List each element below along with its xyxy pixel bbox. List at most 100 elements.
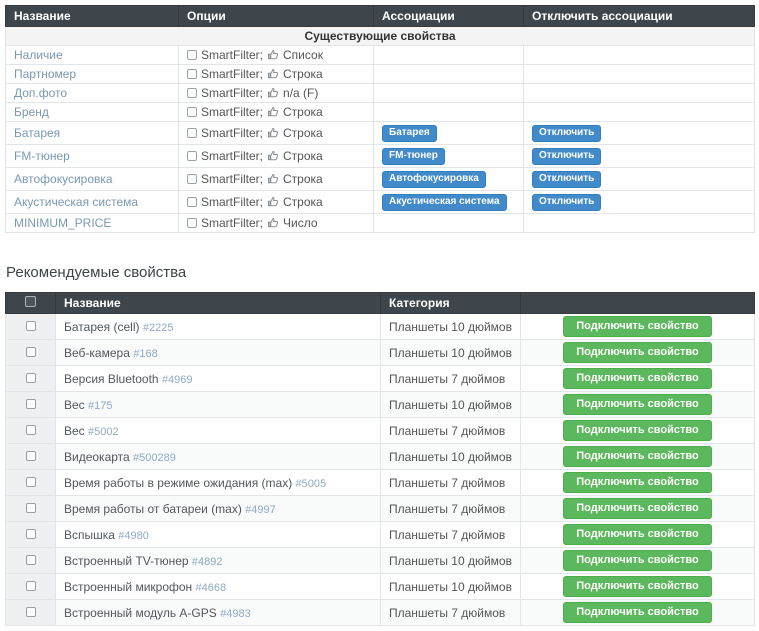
association-cell	[374, 46, 524, 65]
existing-property-row: FM-тюнер SmartFilter; Строка FM-тюнер От…	[6, 145, 755, 168]
property-name-cell: Акустическая система	[6, 191, 179, 214]
connect-property-button[interactable]: Подключить свойство	[563, 342, 711, 363]
select-all-header-cell	[6, 293, 56, 314]
row-checkbox[interactable]	[26, 555, 36, 565]
recommended-property-row: Вес #175 Планшеты 10 дюймов Подключить с…	[6, 392, 755, 418]
row-checkbox-cell	[6, 496, 56, 522]
smartfilter-checkbox[interactable]	[187, 151, 197, 161]
thumbs-up-icon	[267, 106, 279, 118]
disable-cell	[524, 46, 755, 65]
row-checkbox[interactable]	[26, 581, 36, 591]
rec-property-id-link[interactable]: #4969	[162, 374, 193, 386]
rec-category-cell: Планшеты 7 дюймов	[381, 418, 521, 444]
rec-property-id-link[interactable]: #4997	[245, 504, 276, 516]
smartfilter-checkbox[interactable]	[187, 50, 197, 60]
existing-property-row: Наличие SmartFilter; Список	[6, 46, 755, 65]
options-cell: SmartFilter; Строка	[179, 122, 374, 145]
rec-property-id-link[interactable]: #4892	[192, 556, 223, 568]
rec-name-cell: Вспышка #4980	[56, 522, 381, 548]
row-checkbox[interactable]	[26, 373, 36, 383]
rec-category: Планшеты 7 дюймов	[389, 528, 505, 542]
row-checkbox[interactable]	[26, 477, 36, 487]
rec-category: Планшеты 10 дюймов	[389, 398, 512, 412]
association-badge[interactable]: Батарея	[382, 125, 437, 142]
association-badge[interactable]: Акустическая система	[382, 194, 507, 211]
rec-property-id-link[interactable]: #500289	[133, 452, 176, 464]
connect-property-button[interactable]: Подключить свойство	[563, 602, 711, 623]
property-name-link[interactable]: Батарея	[14, 126, 60, 140]
options-cell: SmartFilter; Строка	[179, 191, 374, 214]
connect-property-button[interactable]: Подключить свойство	[563, 550, 711, 571]
thumbs-up-icon	[267, 87, 279, 99]
rec-name-cell: Веб-камера #168	[56, 340, 381, 366]
property-name-link[interactable]: MINIMUM_PRICE	[14, 216, 111, 230]
recommended-property-row: Время работы в режиме ожидания (max) #50…	[6, 470, 755, 496]
smartfilter-checkbox[interactable]	[187, 197, 197, 207]
connect-property-button[interactable]: Подключить свойство	[563, 576, 711, 597]
property-name-link[interactable]: FM-тюнер	[14, 149, 70, 163]
disable-association-button[interactable]: Отключить	[532, 125, 601, 142]
row-checkbox-cell	[6, 392, 56, 418]
connect-property-button[interactable]: Подключить свойство	[563, 368, 711, 389]
disable-association-button[interactable]: Отключить	[532, 171, 601, 188]
smartfilter-checkbox[interactable]	[187, 218, 197, 228]
row-checkbox-cell	[6, 574, 56, 600]
rec-property-id-link[interactable]: #4983	[220, 608, 251, 620]
property-name-cell: Доп.фото	[6, 84, 179, 103]
rec-property-id-link[interactable]: #4668	[196, 582, 227, 594]
rec-property-id-link[interactable]: #175	[88, 400, 112, 412]
rec-property-id-link[interactable]: #5002	[88, 426, 119, 438]
smartfilter-checkbox[interactable]	[187, 88, 197, 98]
smartfilter-checkbox[interactable]	[187, 69, 197, 79]
row-checkbox[interactable]	[26, 529, 36, 539]
property-name-link[interactable]: Партномер	[14, 67, 76, 81]
row-checkbox[interactable]	[26, 347, 36, 357]
rec-property-name: Встроенный микрофон	[64, 580, 196, 594]
property-name-link[interactable]: Наличие	[14, 48, 63, 62]
rec-property-name: Встроенный модуль A-GPS	[64, 606, 220, 620]
connect-property-button[interactable]: Подключить свойство	[563, 394, 711, 415]
rec-category-cell: Планшеты 7 дюймов	[381, 600, 521, 626]
property-name-link[interactable]: Автофокусировка	[14, 172, 113, 186]
rec-name-cell: Вес #5002	[56, 418, 381, 444]
option-type: Строка	[283, 67, 323, 81]
smartfilter-checkbox[interactable]	[187, 107, 197, 117]
smartfilter-checkbox[interactable]	[187, 174, 197, 184]
row-checkbox[interactable]	[26, 451, 36, 461]
rec-action-cell: Подключить свойство	[521, 340, 755, 366]
select-all-checkbox[interactable]	[25, 296, 36, 307]
rec-property-id-link[interactable]: #168	[133, 348, 157, 360]
association-cell	[374, 84, 524, 103]
association-cell: Батарея	[374, 122, 524, 145]
property-name-link[interactable]: Доп.фото	[14, 86, 67, 100]
rec-property-id-link[interactable]: #4980	[118, 530, 149, 542]
smartfilter-label: SmartFilter;	[201, 105, 263, 119]
connect-property-button[interactable]: Подключить свойство	[563, 524, 711, 545]
connect-property-button[interactable]: Подключить свойство	[563, 472, 711, 493]
disable-cell	[524, 84, 755, 103]
connect-property-button[interactable]: Подключить свойство	[563, 498, 711, 519]
option-type: Строка	[283, 172, 323, 186]
row-checkbox[interactable]	[26, 321, 36, 331]
disable-association-button[interactable]: Отключить	[532, 194, 601, 211]
property-name-link[interactable]: Акустическая система	[14, 195, 138, 209]
disable-association-button[interactable]: Отключить	[532, 148, 601, 165]
rec-category: Планшеты 10 дюймов	[389, 554, 512, 568]
connect-property-button[interactable]: Подключить свойство	[563, 420, 711, 441]
connect-property-button[interactable]: Подключить свойство	[563, 446, 711, 467]
row-checkbox[interactable]	[26, 399, 36, 409]
association-badge[interactable]: Автофокусировка	[382, 171, 486, 188]
rec-property-id-link[interactable]: #2225	[143, 322, 174, 334]
property-name-link[interactable]: Бренд	[14, 105, 49, 119]
recommended-table-body: Батарея (cell) #2225 Планшеты 10 дюймов …	[6, 314, 755, 626]
row-checkbox[interactable]	[26, 425, 36, 435]
smartfilter-checkbox[interactable]	[187, 128, 197, 138]
rec-category-cell: Планшеты 10 дюймов	[381, 340, 521, 366]
association-badge[interactable]: FM-тюнер	[382, 148, 445, 165]
thumbs-up-icon	[267, 68, 279, 80]
rec-property-id-link[interactable]: #5005	[296, 478, 327, 490]
recommended-property-row: Встроенный TV-тюнер #4892 Планшеты 10 дю…	[6, 548, 755, 574]
row-checkbox[interactable]	[26, 503, 36, 513]
row-checkbox[interactable]	[26, 607, 36, 617]
connect-property-button[interactable]: Подключить свойство	[563, 316, 711, 337]
